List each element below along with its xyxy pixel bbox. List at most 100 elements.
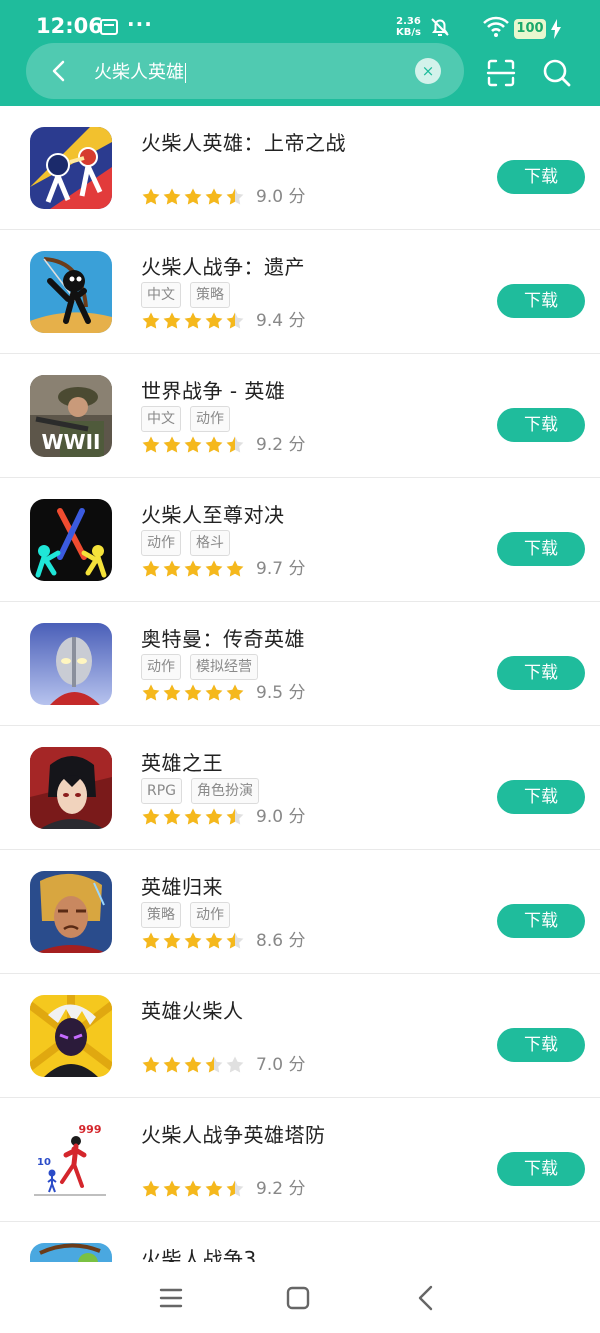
star-icon [205, 1180, 223, 1197]
star-rating: 9.7 分 [141, 559, 305, 581]
star-rating: 9.5 分 [141, 683, 305, 705]
star-rating: 7.0 分 [141, 1055, 305, 1077]
star-icon [142, 684, 160, 701]
star-icon [142, 932, 160, 949]
star-icon [184, 1180, 202, 1197]
list-item[interactable]: 火柴人至尊对决 动作 格斗 9.7 分 下载 [0, 478, 600, 602]
app-name: 火柴人战争英雄塔防 [141, 1123, 326, 1147]
app-name: 火柴人英雄：上帝之战 [141, 131, 346, 155]
category-tag: 中文 [141, 406, 181, 432]
app-icon [30, 499, 112, 581]
star-rating: 9.4 分 [141, 311, 305, 333]
star-icon [163, 1180, 181, 1197]
category-tag: 格斗 [190, 530, 230, 556]
star-rating: 9.0 分 [141, 187, 305, 209]
list-item[interactable]: 火柴人战争：遗产 中文 策略 9.4 分 下载 [0, 230, 600, 354]
rating-score: 9.2 分 [256, 1179, 306, 1199]
star-icon [205, 932, 223, 949]
search-icon[interactable] [542, 58, 572, 88]
star-icon [142, 436, 160, 453]
search-input[interactable]: 火柴人英雄 [94, 58, 186, 84]
list-item[interactable]: 火柴人战争3 [0, 1222, 600, 1262]
tower-low-label: 10 [37, 1157, 51, 1168]
scan-icon[interactable] [486, 58, 516, 88]
star-icon [184, 684, 202, 701]
wifi-icon [483, 16, 509, 37]
network-speed-unit: KB/s [396, 27, 421, 38]
app-name: 英雄之王 [141, 751, 223, 775]
app-name: 英雄归来 [141, 875, 223, 899]
tag-list: 动作 格斗 [141, 530, 239, 556]
star-icon [226, 436, 244, 453]
download-button[interactable]: 下载 [497, 656, 585, 690]
download-button[interactable]: 下载 [497, 532, 585, 566]
star-icon [163, 932, 181, 949]
list-item[interactable]: 奥特曼：传奇英雄 动作 模拟经营 9.5 分 下载 [0, 602, 600, 726]
list-item[interactable]: 999 10 火柴人战争英雄塔防 9.2 分 下载 [0, 1098, 600, 1222]
download-button[interactable]: 下载 [497, 1028, 585, 1062]
charging-icon [551, 19, 561, 39]
download-button[interactable]: 下载 [497, 160, 585, 194]
star-rating: 9.0 分 [141, 807, 305, 829]
back-arrow-icon[interactable] [46, 57, 74, 85]
star-icon [163, 188, 181, 205]
list-item[interactable]: 英雄之王 RPG 角色扮演 9.0 分 下载 [0, 726, 600, 850]
star-icon [163, 1056, 181, 1073]
category-tag: 策略 [141, 902, 181, 928]
rating-score: 9.2 分 [256, 435, 306, 455]
download-button[interactable]: 下载 [497, 904, 585, 938]
star-icon [226, 684, 244, 701]
star-rating: 9.2 分 [141, 435, 305, 457]
tag-list: 动作 模拟经营 [141, 654, 267, 680]
mute-bell-icon [431, 18, 449, 36]
app-icon: WWII [30, 375, 112, 457]
back-icon[interactable] [416, 1285, 436, 1311]
star-icon [163, 560, 181, 577]
app-icon [30, 995, 112, 1077]
star-icon [184, 436, 202, 453]
star-icon [163, 312, 181, 329]
download-button[interactable]: 下载 [497, 284, 585, 318]
app-name: 火柴人战争3 [141, 1247, 257, 1262]
menu-icon[interactable] [159, 1286, 183, 1310]
tag-list: 中文 策略 [141, 282, 239, 308]
tag-list: RPG 角色扮演 [141, 778, 268, 804]
star-icon [142, 1180, 160, 1197]
download-button[interactable]: 下载 [497, 1152, 585, 1186]
star-icon [226, 560, 244, 577]
star-icon [226, 312, 244, 329]
search-bar[interactable]: 火柴人英雄 × [26, 43, 464, 99]
clear-search-button[interactable]: × [415, 58, 441, 84]
rating-score: 9.4 分 [256, 311, 306, 331]
download-button[interactable]: 下载 [497, 780, 585, 814]
star-icon [142, 188, 160, 205]
rating-score: 9.0 分 [256, 187, 306, 207]
star-icon [184, 560, 202, 577]
list-item[interactable]: 英雄火柴人 7.0 分 下载 [0, 974, 600, 1098]
app-icon [30, 871, 112, 953]
category-tag: 动作 [141, 530, 181, 556]
home-icon[interactable] [286, 1286, 310, 1310]
app-icon [30, 251, 112, 333]
search-query: 火柴人英雄 [94, 62, 184, 83]
category-tag: 策略 [190, 282, 230, 308]
list-item[interactable]: WWII 世界战争 - 英雄 中文 动作 9.2 分 下载 [0, 354, 600, 478]
star-icon [205, 188, 223, 205]
star-icon [226, 1180, 244, 1197]
network-speed-value: 2.36 [396, 16, 421, 27]
list-item[interactable]: 英雄归来 策略 动作 8.6 分 下载 [0, 850, 600, 974]
app-icon [30, 747, 112, 829]
star-icon [142, 808, 160, 825]
star-icon [142, 560, 160, 577]
rating-score: 7.0 分 [256, 1055, 306, 1075]
app-name: 奥特曼：传奇英雄 [141, 627, 305, 651]
star-rating: 9.2 分 [141, 1179, 305, 1201]
tower-high-label: 999 [79, 1123, 102, 1136]
category-tag: 模拟经营 [190, 654, 258, 680]
star-icon [163, 808, 181, 825]
category-tag: RPG [141, 778, 183, 804]
category-tag: 动作 [190, 902, 230, 928]
star-icon [226, 188, 244, 205]
download-button[interactable]: 下载 [497, 408, 585, 442]
list-item[interactable]: 火柴人英雄：上帝之战 9.0 分 下载 [0, 106, 600, 230]
